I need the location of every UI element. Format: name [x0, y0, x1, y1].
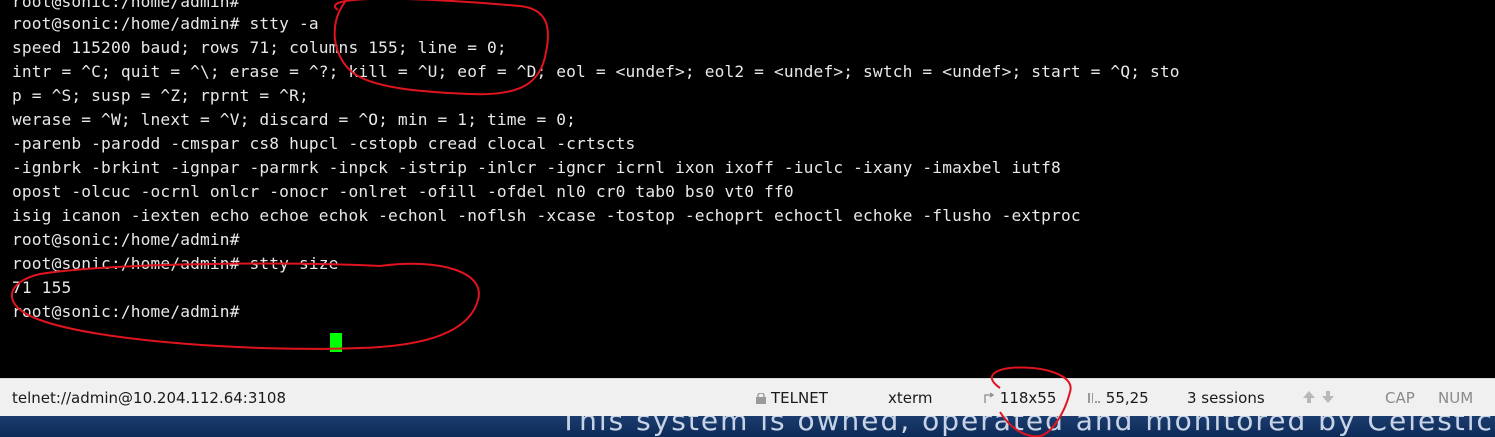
protocol-indicator: TELNET — [755, 379, 828, 417]
resize-icon — [984, 392, 995, 403]
connection-address: telnet://admin@10.204.112.64:3108 — [12, 389, 287, 407]
lock-icon — [756, 393, 766, 404]
terminal-line: root@sonic:/home/admin# stty size — [12, 254, 339, 273]
caps-lock-indicator: CAP — [1385, 389, 1415, 407]
cursor-position-icon — [1088, 393, 1100, 403]
terminal-line: root@sonic:/home/admin# stty -a — [12, 14, 319, 33]
terminal-line: werase = ^W; lnext = ^V; discard = ^O; m… — [12, 110, 577, 129]
cursor-position-indicator: 55,25 — [1087, 379, 1149, 417]
window-size-label: 118x55 — [999, 389, 1057, 407]
terminal-line: root@sonic:/home/admin# — [12, 230, 240, 249]
terminal-line: opost -olcuc -ocrnl onlcr -onocr -onlret… — [12, 182, 794, 201]
terminal-line: isig icanon -iexten echo echoe echok -ec… — [12, 206, 1081, 225]
session-nav — [1302, 379, 1335, 417]
status-bar: telnet://admin@10.204.112.64:3108 TELNET… — [0, 378, 1495, 417]
cursor-position-label: 55,25 — [1105, 389, 1149, 407]
background-banner-text: This system is owned, operated and monit… — [560, 416, 1495, 437]
terminal-window[interactable]: root@sonic:/home/admin# root@sonic:/home… — [0, 0, 1495, 378]
terminal-line: -ignbrk -brkint -ignpar -parmrk -inpck -… — [12, 158, 1061, 177]
terminal-line: root@sonic:/home/admin# — [12, 0, 240, 11]
arrow-down-icon[interactable] — [1321, 390, 1335, 404]
terminal-line: -parenb -parodd -cmspar cs8 hupcl -cstop… — [12, 134, 636, 153]
terminal-line: speed 115200 baud; rows 71; columns 155;… — [12, 38, 507, 57]
num-lock-indicator: NUM — [1438, 389, 1474, 407]
terminal-line: 71 155 — [12, 278, 72, 297]
window-size-indicator: 118x55 — [983, 379, 1056, 417]
protocol-label: TELNET — [771, 389, 828, 407]
terminal-prompt-line: root@sonic:/home/admin# — [12, 302, 250, 321]
terminal-type: xterm — [888, 389, 933, 407]
terminal-cursor — [330, 333, 342, 352]
terminal-line: intr = ^C; quit = ^\; erase = ^?; kill =… — [12, 62, 1180, 81]
sessions-count: 3 sessions — [1187, 389, 1265, 407]
arrow-up-icon[interactable] — [1302, 390, 1316, 404]
desktop-background-strip: This system is owned, operated and monit… — [0, 416, 1495, 437]
terminal-line: p = ^S; susp = ^Z; rprnt = ^R; — [12, 86, 309, 105]
